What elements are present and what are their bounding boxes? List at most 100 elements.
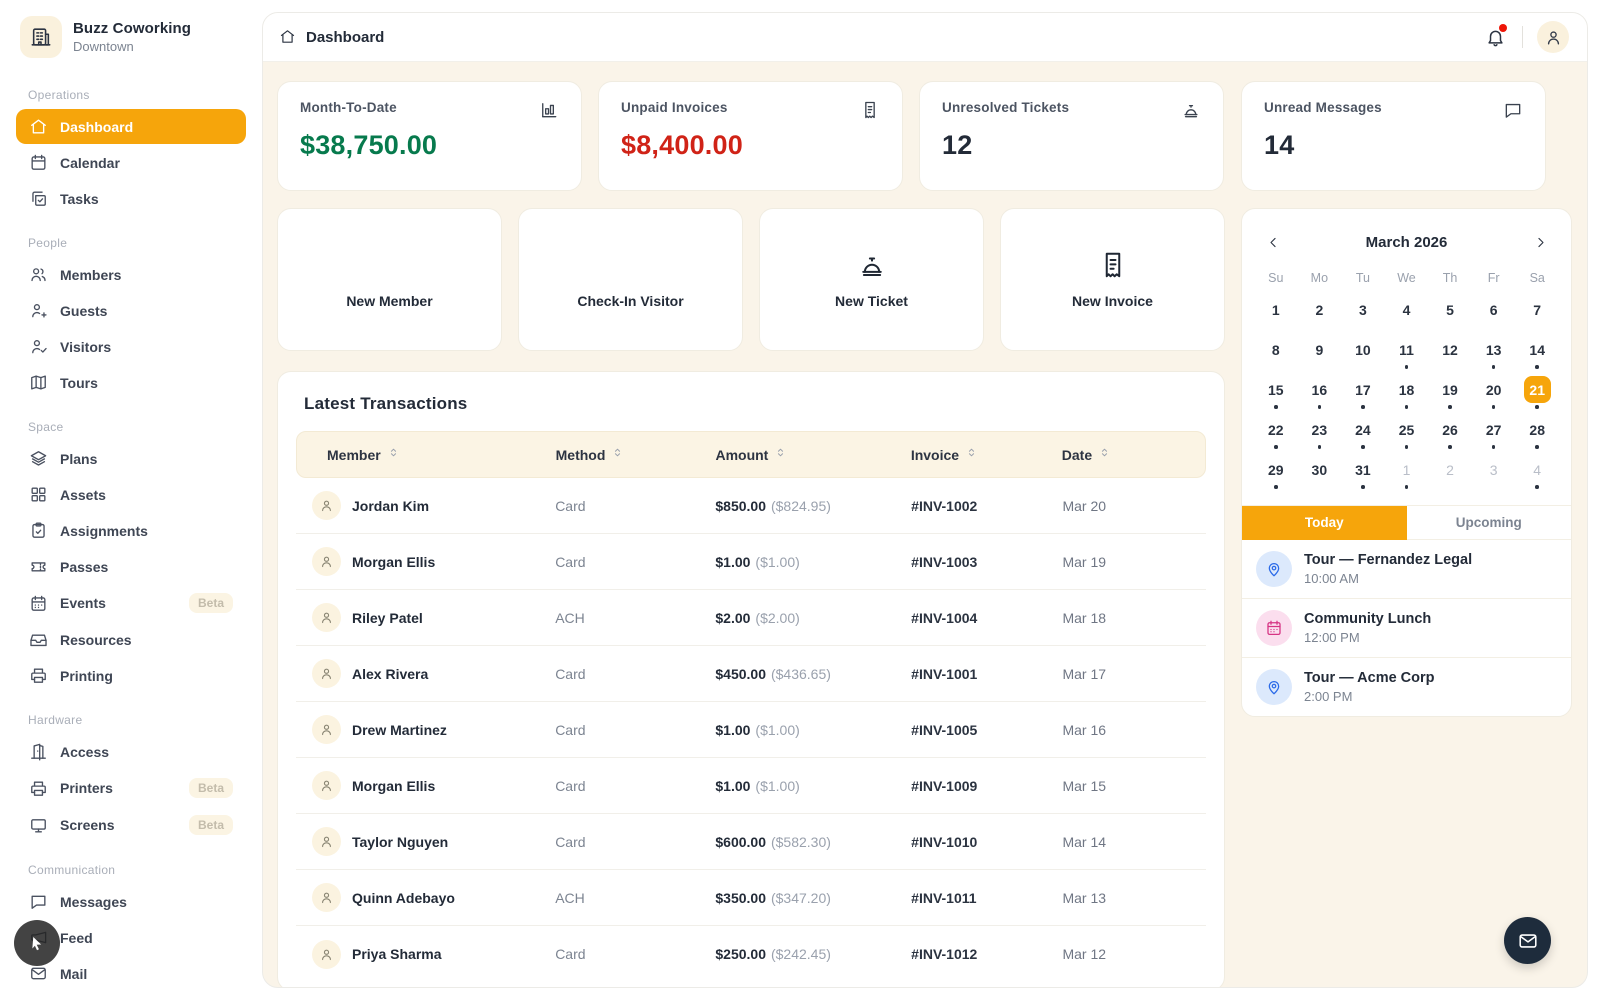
stat-card-unpaid-invoices[interactable]: Unpaid Invoices$8,400.00 [598, 81, 903, 191]
calendar-day[interactable]: 26 [1428, 416, 1472, 455]
action-new-invoice[interactable]: New Invoice [1000, 208, 1225, 351]
stats-right: Unread Messages14 [1241, 81, 1572, 191]
sidebar-item-screens[interactable]: ScreensBeta [16, 807, 246, 843]
calendar-day[interactable]: 22 [1254, 416, 1298, 455]
mail-icon [29, 964, 48, 983]
calendar-day[interactable]: 15 [1254, 376, 1298, 415]
calendar-day-selected[interactable]: 21 [1515, 376, 1559, 415]
sidebar-item-dashboard[interactable]: Dashboard [16, 109, 246, 144]
table-row[interactable]: Quinn AdebayoACH$350.00($347.20)#INV-101… [296, 870, 1206, 926]
calendar-day-number: 16 [1306, 376, 1333, 403]
calendar-day[interactable]: 16 [1298, 376, 1342, 415]
calendar-day[interactable]: 12 [1428, 336, 1472, 375]
calendar-day[interactable]: 28 [1515, 416, 1559, 455]
table-row[interactable]: Priya SharmaCard$250.00($242.45)#INV-101… [296, 926, 1206, 982]
invoice-cell: #INV-1005 [911, 722, 1062, 738]
date-cell: Mar 18 [1062, 610, 1196, 626]
calendar-day[interactable]: 5 [1428, 296, 1472, 335]
calendar-day[interactable]: 24 [1341, 416, 1385, 455]
amount-net-value: ($2.00) [755, 610, 799, 626]
calendar-day[interactable]: 3 [1341, 296, 1385, 335]
calendar-day[interactable]: 2 [1428, 456, 1472, 495]
sidebar-item-messages[interactable]: Messages [16, 884, 246, 919]
table-row[interactable]: Morgan EllisCard$1.00($1.00)#INV-1003Mar… [296, 534, 1206, 590]
sidebar-item-mail[interactable]: Mail [16, 956, 246, 991]
sidebar-item-printing[interactable]: Printing [16, 658, 246, 693]
sidebar-item-visitors[interactable]: Visitors [16, 329, 246, 364]
table-row[interactable]: Morgan EllisCard$1.00($1.00)#INV-1009Mar… [296, 758, 1206, 814]
calendar-prev-button[interactable] [1262, 231, 1284, 253]
stat-card-unresolved-tickets[interactable]: Unresolved Tickets12 [919, 81, 1224, 191]
column-header-amount[interactable]: Amount [715, 447, 910, 463]
calendar-day[interactable]: 4 [1385, 296, 1429, 335]
column-header-member[interactable]: Member [307, 447, 556, 463]
calendar-day[interactable]: 9 [1298, 336, 1342, 375]
method-value: ACH [555, 610, 585, 626]
calendar-day[interactable]: 14 [1515, 336, 1559, 375]
sidebar-item-tasks[interactable]: Tasks [16, 181, 246, 216]
tab-today[interactable]: Today [1242, 506, 1407, 540]
calendar-day[interactable]: 13 [1472, 336, 1516, 375]
user-avatar[interactable] [1537, 21, 1569, 53]
date-value: Mar 14 [1062, 834, 1106, 850]
table-row[interactable]: Jordan KimCard$850.00($824.95)#INV-1002M… [296, 478, 1206, 534]
calendar-day[interactable]: 19 [1428, 376, 1472, 415]
calendar-day[interactable]: 2 [1298, 296, 1342, 335]
home-icon [279, 28, 297, 46]
calendar-day[interactable]: 1 [1385, 456, 1429, 495]
members-icon [29, 265, 48, 284]
sidebar-item-members[interactable]: Members [16, 257, 246, 292]
calendar-day[interactable]: 29 [1254, 456, 1298, 495]
sidebar-item-passes[interactable]: Passes [16, 549, 246, 584]
calendar-day[interactable]: 1 [1254, 296, 1298, 335]
sidebar-item-events[interactable]: EventsBeta [16, 585, 246, 621]
calendar-day[interactable]: 23 [1298, 416, 1342, 455]
action-new-member[interactable]: New Member [277, 208, 502, 351]
calendar-day[interactable]: 25 [1385, 416, 1429, 455]
mail-icon [1517, 930, 1539, 952]
calendar-day[interactable]: 10 [1341, 336, 1385, 375]
calendar-day[interactable]: 4 [1515, 456, 1559, 495]
sidebar-item-assets[interactable]: Assets [16, 477, 246, 512]
tab-upcoming[interactable]: Upcoming [1407, 506, 1572, 540]
calendar-day[interactable]: 8 [1254, 336, 1298, 375]
table-row[interactable]: Taylor NguyenCard$600.00($582.30)#INV-10… [296, 814, 1206, 870]
sidebar-item-access[interactable]: Access [16, 734, 246, 769]
agenda-event-item[interactable]: Tour — Acme Corp2:00 PM [1242, 658, 1571, 716]
sidebar-item-plans[interactable]: Plans [16, 441, 246, 476]
column-header-invoice[interactable]: Invoice [911, 447, 1062, 463]
agenda-event-item[interactable]: Community Lunch12:00 PM [1242, 599, 1571, 658]
agenda-event-item[interactable]: Tour — Fernandez Legal10:00 AM [1242, 540, 1571, 599]
sidebar-item-guests[interactable]: Guests [16, 293, 246, 328]
table-row[interactable]: Alex RiveraCard$450.00($436.65)#INV-1001… [296, 646, 1206, 702]
stat-card-month-to-date[interactable]: Month-To-Date$38,750.00 [277, 81, 582, 191]
calendar-day[interactable]: 18 [1385, 376, 1429, 415]
calendar-day[interactable]: 3 [1472, 456, 1516, 495]
calendar-next-button[interactable] [1529, 231, 1551, 253]
action-check-in-visitor[interactable]: Check-In Visitor [518, 208, 743, 351]
action-new-ticket[interactable]: New Ticket [759, 208, 984, 351]
notifications-button[interactable] [1482, 24, 1508, 50]
sidebar-item-tours[interactable]: Tours [16, 365, 246, 400]
calendar-day[interactable]: 20 [1472, 376, 1516, 415]
table-row[interactable]: Riley PatelACH$2.00($2.00)#INV-1004Mar 1… [296, 590, 1206, 646]
calendar-day[interactable]: 30 [1298, 456, 1342, 495]
column-header-method[interactable]: Method [556, 447, 716, 463]
calendar-event-dot [1535, 485, 1539, 489]
sidebar-item-printers[interactable]: PrintersBeta [16, 770, 246, 806]
calendar-day[interactable]: 11 [1385, 336, 1429, 375]
calendar-day[interactable]: 17 [1341, 376, 1385, 415]
calendar-day[interactable]: 27 [1472, 416, 1516, 455]
sidebar-item-calendar[interactable]: Calendar [16, 145, 246, 180]
table-row[interactable]: Drew MartinezCard$1.00($1.00)#INV-1005Ma… [296, 702, 1206, 758]
workspace-switcher[interactable]: Buzz Coworking Downtown [16, 14, 246, 68]
sidebar-item-resources[interactable]: Resources [16, 622, 246, 657]
sidebar-item-feed[interactable]: Feed [16, 920, 246, 955]
calendar-day[interactable]: 31 [1341, 456, 1385, 495]
calendar-day[interactable]: 7 [1515, 296, 1559, 335]
stat-card-unread-messages[interactable]: Unread Messages14 [1241, 81, 1546, 191]
calendar-day[interactable]: 6 [1472, 296, 1516, 335]
sidebar-item-assignments[interactable]: Assignments [16, 513, 246, 548]
column-header-date[interactable]: Date [1062, 447, 1195, 463]
chat-fab-button[interactable] [1504, 917, 1551, 964]
